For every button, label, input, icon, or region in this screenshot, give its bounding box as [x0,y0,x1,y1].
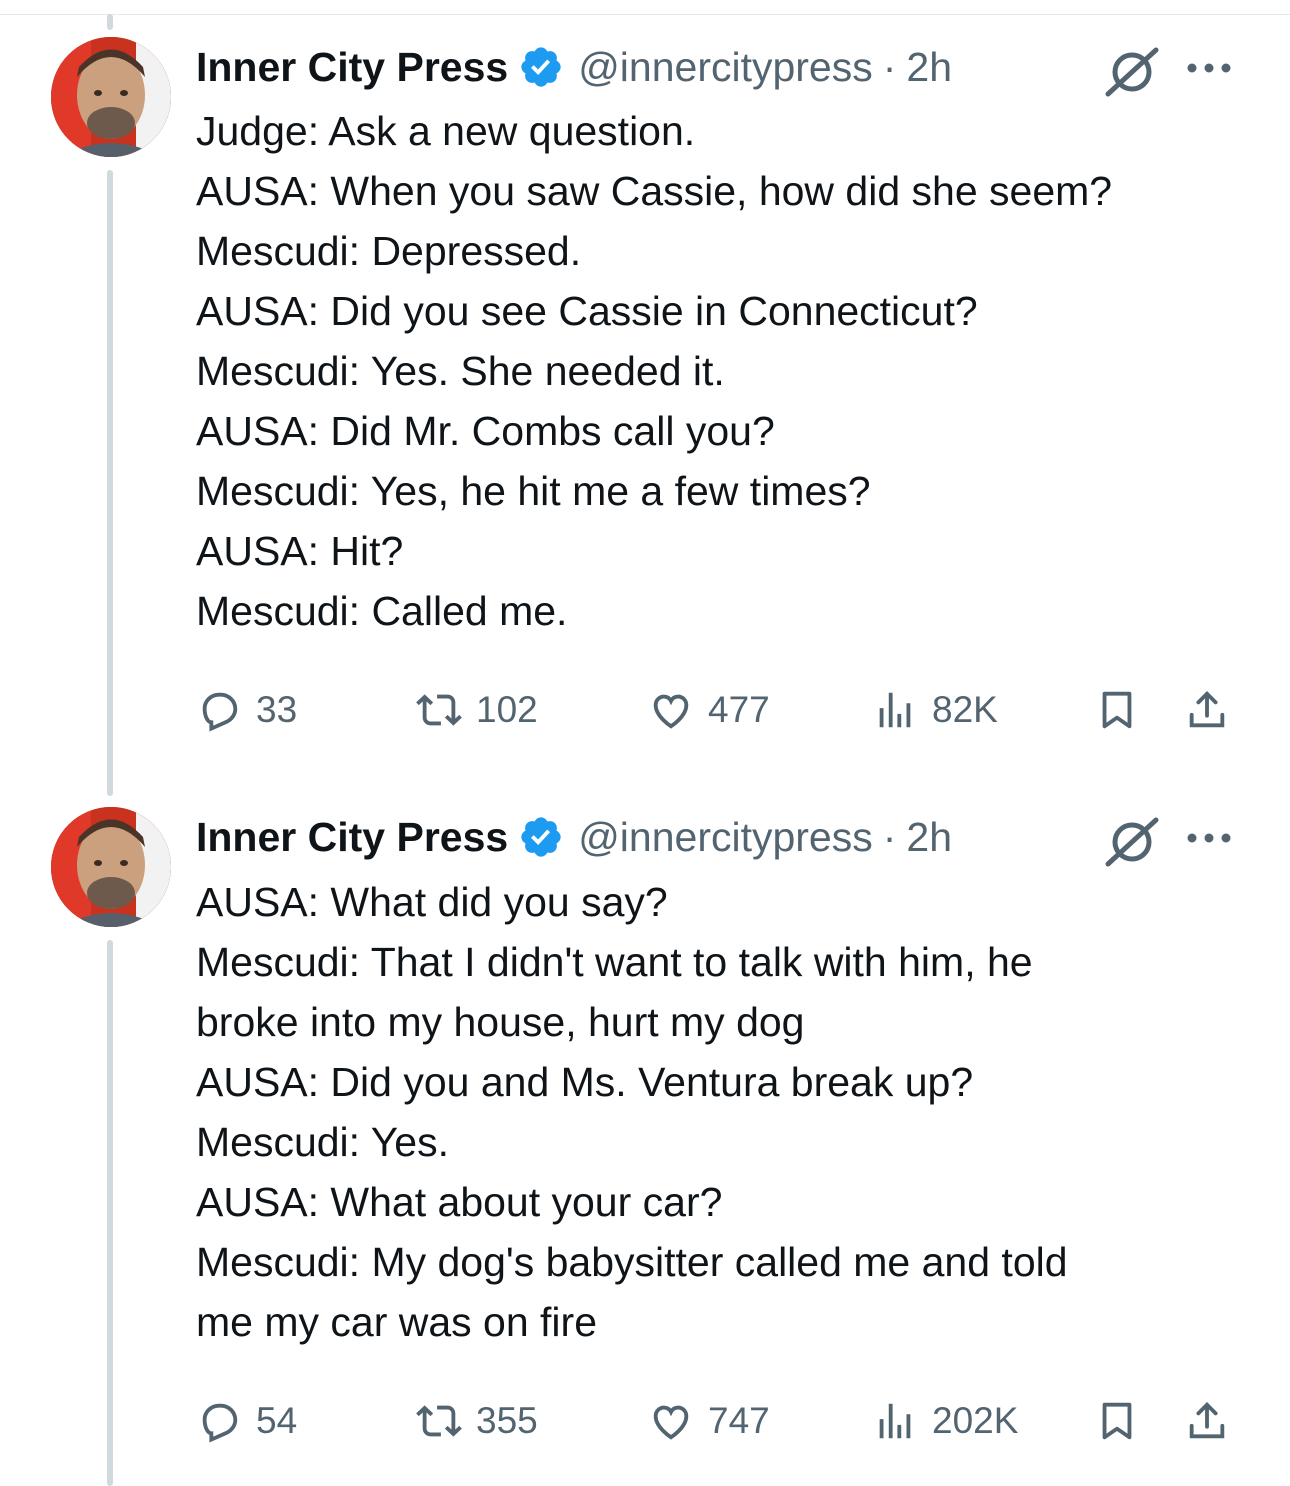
tweet-line: me my car was on fire [196,1299,597,1345]
like-button[interactable]: 477 [648,680,770,740]
tweet[interactable]: Inner City Press @innercitypress · 2h Ju… [0,0,1290,790]
like-button[interactable]: 747 [648,1391,770,1451]
tweet-line: Mescudi: Depressed. [196,228,582,274]
views-count: 202K [932,1400,1019,1441]
tweet-header: Inner City Press @innercitypress · 2h [196,807,952,867]
more-icon[interactable] [1184,828,1234,848]
like-icon [648,1398,694,1444]
bookmark-button[interactable] [1094,680,1140,740]
author-name[interactable]: Inner City Press [196,44,508,91]
like-count: 747 [708,1400,770,1441]
avatar[interactable] [51,37,171,157]
like-icon [648,687,694,733]
grok-icon[interactable] [1102,810,1162,870]
timestamp[interactable]: 2h [906,44,952,91]
repost-button[interactable]: 355 [416,1391,538,1451]
separator-dot: · [882,43,897,90]
share-button[interactable] [1184,680,1230,740]
reply-count: 33 [256,689,298,730]
tweet-line: AUSA: What about your car? [196,1179,723,1225]
tweet-line: Mescudi: My dog's babysitter called me a… [196,1239,1068,1285]
tweet-line: AUSA: When you saw Cassie, how did she s… [196,168,1113,214]
tweet-line: Mescudi: That I didn't want to talk with… [196,939,1033,985]
tweet-line: Mescudi: Yes. She needed it. [196,348,725,394]
tweet-line: Mescudi: Yes, he hit me a few times? [196,468,871,514]
tweet-text: AUSA: What did you say? Mescudi: That I … [196,872,1236,1352]
bookmark-icon [1094,1398,1140,1444]
views-button[interactable]: 82K [872,680,998,740]
separator-dot: · [882,813,897,860]
avatar[interactable] [51,807,171,927]
bookmark-button[interactable] [1094,1391,1140,1451]
views-icon [872,687,918,733]
tweet[interactable]: Inner City Press @innercitypress · 2h AU… [0,790,1290,1486]
repost-count: 102 [476,689,538,730]
tweet-line: AUSA: What did you say? [196,879,668,925]
action-bar: 54 355 747 202K [196,1391,1240,1451]
tweet-line: AUSA: Hit? [196,528,404,574]
tweet-line: broke into my house, hurt my dog [196,999,805,1045]
grok-icon[interactable] [1102,40,1162,100]
tweet-header: Inner City Press @innercitypress · 2h [196,37,952,97]
views-icon [872,1398,918,1444]
share-button[interactable] [1184,1391,1230,1451]
share-icon [1184,687,1230,733]
views-button[interactable]: 202K [872,1391,1018,1451]
author-name[interactable]: Inner City Press [196,814,508,861]
repost-button[interactable]: 102 [416,680,538,740]
reply-icon [196,1398,242,1444]
repost-count: 355 [476,1400,538,1441]
tweet-line: Mescudi: Yes. [196,1119,449,1165]
tweet-line: Judge: Ask a new question. [196,108,696,154]
author-handle[interactable]: @innercitypress [578,814,873,861]
repost-icon [416,1398,462,1444]
tweet-line: AUSA: Did you and Ms. Ventura break up? [196,1059,974,1105]
action-bar: 33 102 477 82K [196,680,1240,740]
repost-icon [416,687,462,733]
like-count: 477 [708,689,770,730]
tweet-line: AUSA: Did Mr. Combs call you? [196,408,775,454]
reply-button[interactable]: 54 [196,1391,297,1451]
tweet-line: Mescudi: Called me. [196,588,568,634]
reply-button[interactable]: 33 [196,680,297,740]
tweet-text: Judge: Ask a new question. AUSA: When yo… [196,101,1236,641]
more-icon[interactable] [1184,58,1234,78]
bookmark-icon [1094,687,1140,733]
reply-count: 54 [256,1400,298,1441]
tweet-line: AUSA: Did you see Cassie in Connecticut? [196,288,978,334]
verified-badge-icon [518,814,564,860]
author-handle[interactable]: @innercitypress [578,44,873,91]
share-icon [1184,1398,1230,1444]
views-count: 82K [932,689,998,730]
verified-badge-icon [518,44,564,90]
reply-icon [196,687,242,733]
timestamp[interactable]: 2h [906,814,952,861]
